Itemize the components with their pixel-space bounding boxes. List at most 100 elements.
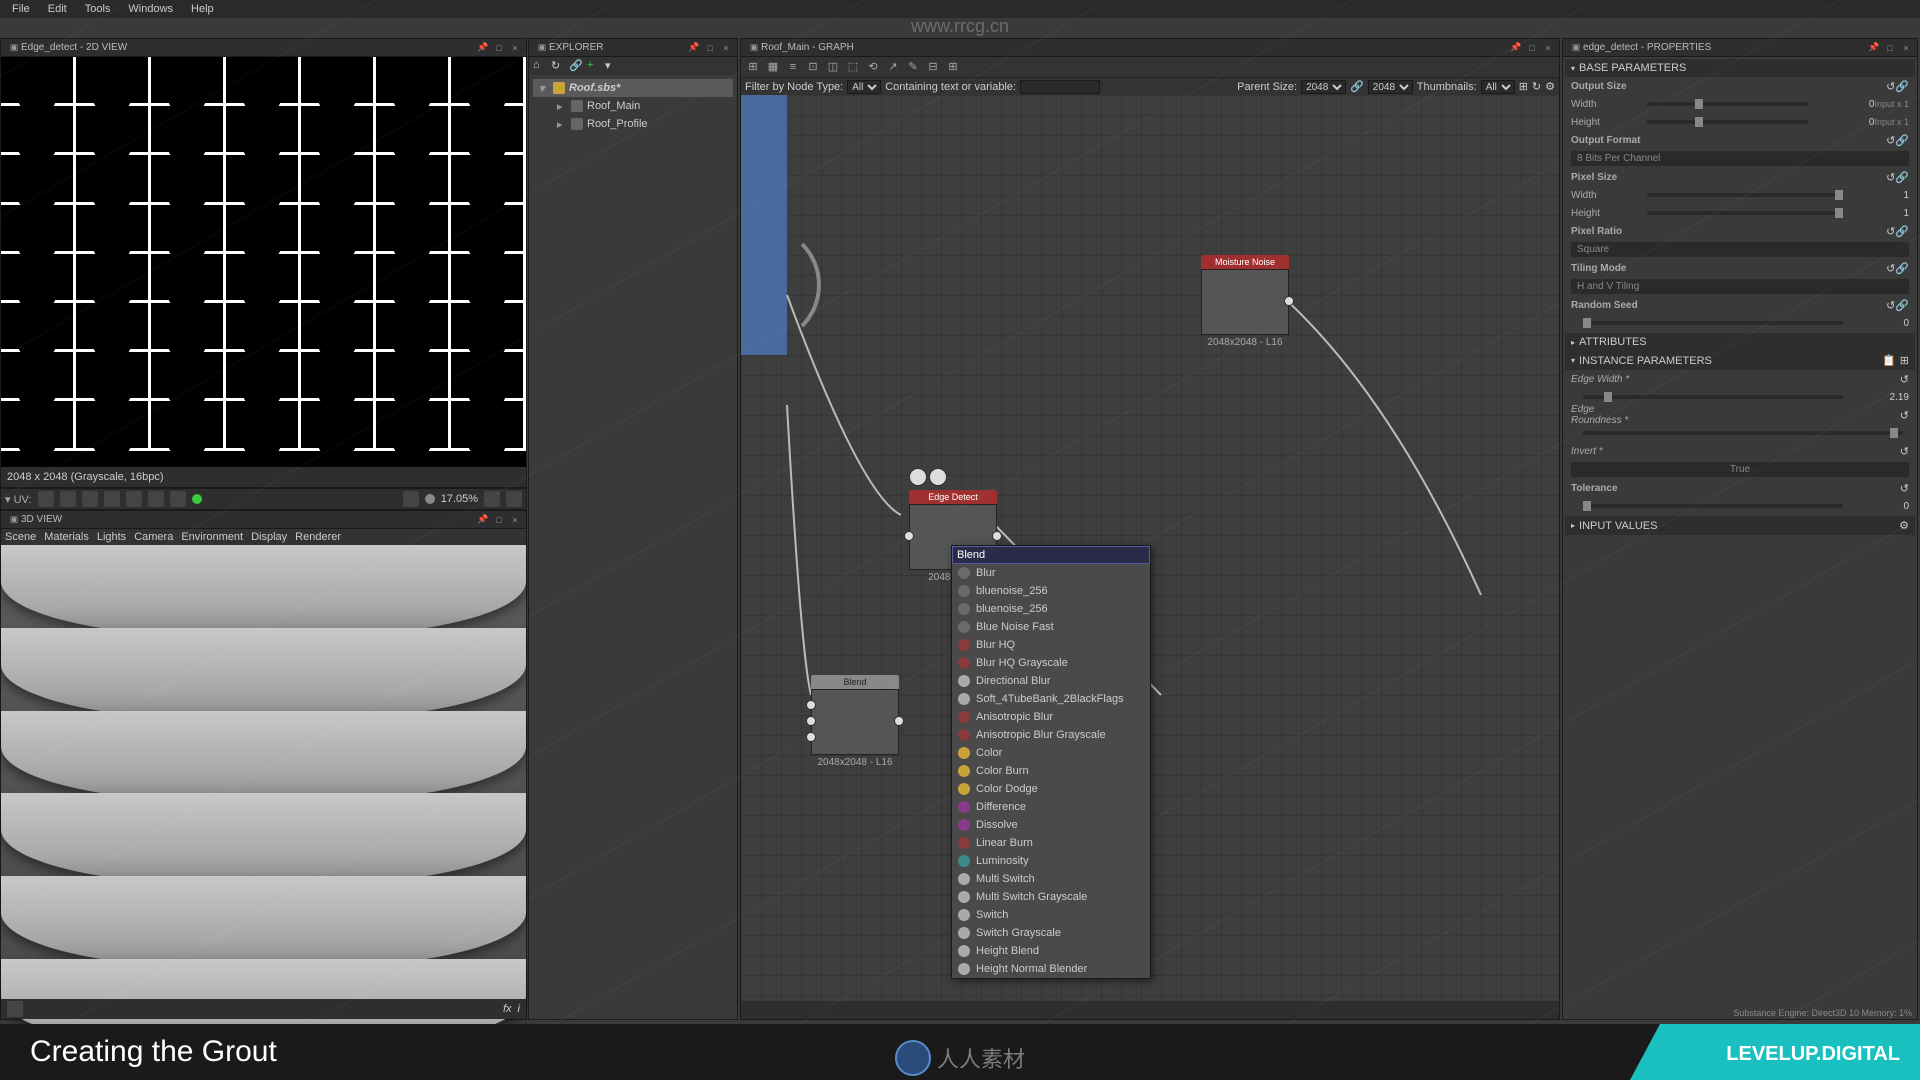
px-height-slider[interactable] [1647,211,1843,215]
chevron-down-icon[interactable]: ▾ [539,82,549,95]
search-input[interactable] [952,546,1150,564]
node-search-menu[interactable]: Blurbluenoise_256bluenoise_256Blue Noise… [951,545,1151,979]
home-icon[interactable]: ⌂ [533,59,547,73]
pin-3d-icon[interactable] [929,468,947,486]
tool-icon[interactable] [403,491,419,507]
link-icon[interactable]: 🔗 [1895,225,1909,238]
output-format-field[interactable]: 8 Bits Per Channel [1571,151,1909,166]
context-menu-item[interactable]: Dissolve [952,816,1150,834]
tool-icon[interactable]: ◫ [825,59,841,75]
edge-width-slider[interactable] [1583,395,1843,399]
pin-icon[interactable]: 📌 [1509,41,1523,55]
reset-icon[interactable]: ↺ [1886,171,1895,184]
prop-value[interactable]: 0 [1814,99,1874,110]
link-icon[interactable]: 🔗 [1895,80,1909,93]
3d-sub-environment[interactable]: Environment [181,531,243,543]
dropdown-icon[interactable]: ▾ [605,59,619,73]
contain-input[interactable] [1020,80,1100,94]
gear-icon[interactable]: ⚙ [1899,519,1909,532]
thumb-select[interactable]: All [1481,80,1515,94]
context-menu-item[interactable]: Blur HQ Grayscale [952,654,1150,672]
restore-icon[interactable]: ▣ [7,41,21,55]
tool-icon[interactable] [38,491,54,507]
tree-item[interactable]: ▸ Roof_Main [533,97,733,115]
tool-icon[interactable] [82,491,98,507]
context-menu-item[interactable]: Switch Grayscale [952,924,1150,942]
tool-icon[interactable]: ↗ [885,59,901,75]
close-icon[interactable]: × [508,513,522,527]
max-icon[interactable]: □ [492,41,506,55]
tool-icon[interactable]: ≡ [785,59,801,75]
section-instance-params[interactable]: ▾INSTANCE PARAMETERS📋⊞ [1565,351,1915,370]
3d-sub-materials[interactable]: Materials [44,531,89,543]
reset-icon[interactable]: ↺ [1886,225,1895,238]
parent-size-select-y[interactable]: 2048 [1368,80,1413,94]
prop-value[interactable]: 0 [1814,117,1874,128]
restore-icon[interactable]: ▣ [7,513,21,527]
tool-icon[interactable]: ↻ [1532,80,1541,93]
tool-icon[interactable] [7,1001,23,1017]
reset-icon[interactable]: ↺ [1900,373,1909,386]
reset-icon[interactable]: ↺ [1886,299,1895,312]
input-port[interactable] [904,531,914,541]
tool-icon[interactable]: ⊞ [745,59,761,75]
restore-icon[interactable]: ▣ [1569,41,1583,55]
context-menu-item[interactable]: Blur [952,564,1150,582]
link-icon[interactable]: 🔗 [1895,171,1909,184]
graph-canvas[interactable]: Moisture Noise 2048x2048 - L16 Edge Dete… [741,95,1559,1001]
filter-type-select[interactable]: All [847,80,881,94]
output-port[interactable] [992,531,1002,541]
context-menu-item[interactable]: Anisotropic Blur [952,708,1150,726]
reset-icon[interactable]: ↺ [1900,445,1909,458]
max-icon[interactable]: □ [703,41,717,55]
tool-icon[interactable] [484,491,500,507]
max-icon[interactable]: □ [492,513,506,527]
context-menu-item[interactable]: Color Burn [952,762,1150,780]
tool-icon[interactable] [170,491,186,507]
node-moisture-noise[interactable]: Moisture Noise 2048x2048 - L16 [1201,255,1289,348]
input-port[interactable] [806,732,816,742]
3d-sub-scene[interactable]: Scene [5,531,36,543]
menu-help[interactable]: Help [183,1,222,17]
reset-icon[interactable]: ↺ [1900,482,1909,495]
close-icon[interactable]: × [508,41,522,55]
tool-icon[interactable]: ▦ [765,59,781,75]
context-menu-item[interactable]: Directional Blur [952,672,1150,690]
tool-icon[interactable]: ⬚ [845,59,861,75]
context-menu-item[interactable]: Height Normal Blender [952,960,1150,978]
tool-icon[interactable]: ⟲ [865,59,881,75]
parent-size-select[interactable]: 2048 [1301,80,1346,94]
3d-sub-lights[interactable]: Lights [97,531,126,543]
context-menu-item[interactable]: Multi Switch Grayscale [952,888,1150,906]
3d-canvas[interactable] [1,545,526,999]
info-icon[interactable]: i [518,1003,520,1015]
pin-icon[interactable]: 📌 [476,41,490,55]
link-icon[interactable]: 🔗 [569,59,583,73]
prop-value[interactable]: 2.19 [1849,392,1909,403]
tree-root[interactable]: ▾ Roof.sbs* [533,79,733,97]
section-input-values[interactable]: ▸INPUT VALUES⚙ [1565,516,1915,535]
context-menu-item[interactable]: Blue Noise Fast [952,618,1150,636]
close-icon[interactable]: × [719,41,733,55]
prop-value[interactable]: 0 [1849,501,1909,512]
tool-icon[interactable] [506,491,522,507]
pixel-ratio-field[interactable]: Square [1571,242,1909,257]
edge-round-slider[interactable] [1583,431,1903,435]
link-icon[interactable]: 🔗 [1350,80,1364,93]
restore-icon[interactable]: ▣ [747,41,761,55]
context-menu-item[interactable]: Linear Burn [952,834,1150,852]
tiling-field[interactable]: H and V Tiling [1571,279,1909,294]
context-menu-item[interactable]: Color [952,744,1150,762]
tool-icon[interactable] [126,491,142,507]
tool-icon[interactable]: ⊞ [945,59,961,75]
tool-icon[interactable] [148,491,164,507]
pin-2d-icon[interactable] [909,468,927,486]
tool-icon[interactable]: ⚙ [1545,80,1555,93]
section-attributes[interactable]: ▸ATTRIBUTES [1565,333,1915,351]
menu-windows[interactable]: Windows [120,1,181,17]
context-menu-item[interactable]: Soft_4TubeBank_2BlackFlags [952,690,1150,708]
context-menu-item[interactable]: Luminosity [952,852,1150,870]
seed-slider[interactable] [1583,321,1843,325]
close-icon[interactable]: × [1899,41,1913,55]
context-menu-item[interactable]: Switch [952,906,1150,924]
